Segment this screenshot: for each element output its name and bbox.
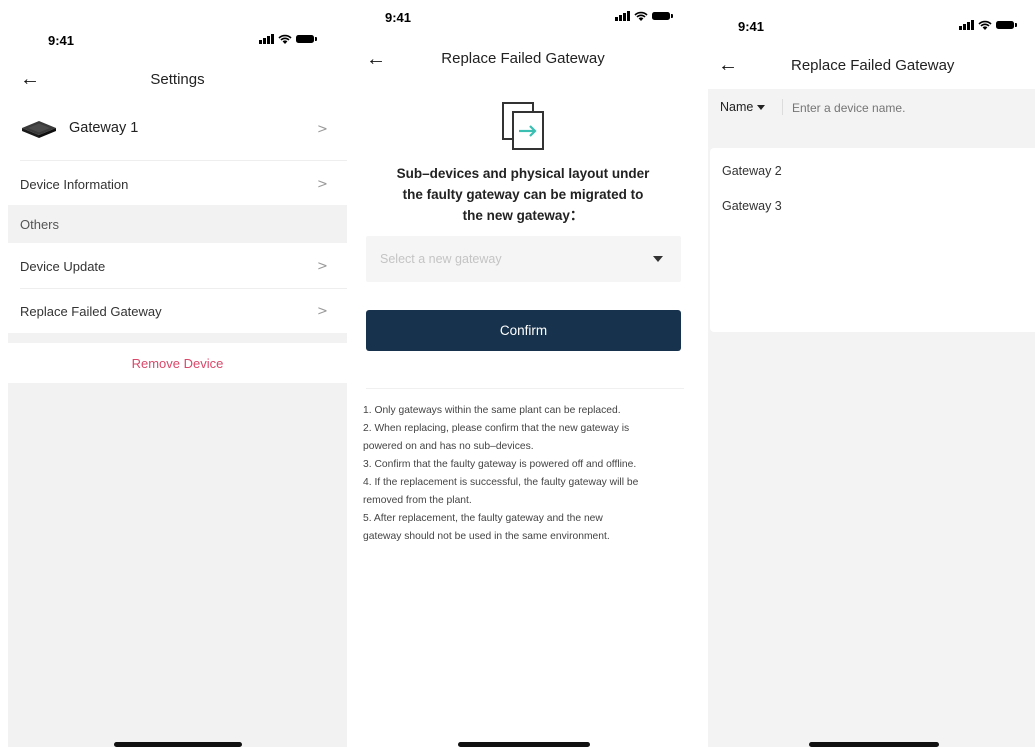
status-icons <box>615 11 673 21</box>
new-gateway-select[interactable]: Select a new gateway <box>366 236 681 282</box>
battery-icon <box>295 35 317 43</box>
name-filter-dropdown[interactable]: Name <box>720 100 766 114</box>
note-line: 5. After replacement, the faulty gateway… <box>363 513 603 524</box>
note-line: 1. Only gateways within the same plant c… <box>363 405 621 416</box>
list-item[interactable]: Gateway 2 <box>722 164 782 178</box>
filter-label: Name <box>720 100 754 114</box>
note-line: powered on and has no sub–devices. <box>363 441 534 452</box>
gateway-results-list: Gateway 2 Gateway 3 <box>710 148 1035 332</box>
caret-down-icon <box>757 104 766 110</box>
wifi-icon <box>277 34 292 44</box>
home-indicator <box>458 742 590 747</box>
signal-icon <box>259 34 274 44</box>
home-indicator <box>809 742 939 747</box>
note-line: 3. Confirm that the faulty gateway is po… <box>363 459 637 470</box>
device-update-row[interactable]: Device Update > <box>8 243 347 288</box>
heading-line: the new gateway： <box>462 208 584 223</box>
device-information-label: Device Information <box>20 177 129 192</box>
chevron-right-icon: > <box>317 304 328 319</box>
status-icons <box>959 20 1017 30</box>
gateway-name: Gateway 1 <box>69 120 139 136</box>
chevron-right-icon: > <box>317 259 328 274</box>
chevron-right-icon: > <box>317 177 328 192</box>
note-line: 2. When replacing, please confirm that t… <box>363 423 630 434</box>
note-line: gateway should not be used in the same e… <box>363 531 610 542</box>
replace-gateway-icon <box>502 102 544 150</box>
select-placeholder: Select a new gateway <box>380 252 502 266</box>
select-gateway-screen: 9:41 ← Replace Failed Gateway Name Gatew… <box>708 0 1035 747</box>
wifi-icon <box>633 11 648 21</box>
heading-line: the faulty gateway can be migrated to <box>402 187 644 202</box>
replace-failed-gateway-row[interactable]: Replace Failed Gateway > <box>8 289 347 333</box>
empty-background <box>8 383 347 747</box>
page-title: Settings <box>150 71 205 88</box>
migration-heading: Sub–devices and physical layout under th… <box>355 163 691 226</box>
section-label-others: Others <box>20 217 60 232</box>
search-bar: Name <box>708 89 1035 125</box>
settings-screen: 9:41 ← Settings Gateway 1 > Device Infor… <box>8 0 347 747</box>
gateway-row[interactable]: Gateway 1 > <box>8 106 347 152</box>
replace-gateway-screen: 9:41 ← Replace Failed Gateway Sub–device… <box>355 0 700 747</box>
chevron-right-icon: > <box>317 122 328 137</box>
heading-line: Sub–devices and physical layout under <box>396 166 650 181</box>
battery-icon <box>651 12 673 20</box>
replace-failed-gateway-label: Replace Failed Gateway <box>20 304 162 319</box>
section-gap <box>8 333 347 343</box>
home-indicator <box>114 742 242 747</box>
back-arrow-icon[interactable]: ← <box>718 55 738 75</box>
section-header-others: Others <box>8 205 347 243</box>
note-line: removed from the plant. <box>363 495 472 506</box>
caret-down-icon <box>653 256 663 262</box>
device-update-label: Device Update <box>20 259 106 274</box>
status-time: 9:41 <box>48 33 75 48</box>
battery-icon <box>995 21 1017 29</box>
status-icons <box>259 34 317 44</box>
gateway-device-icon <box>22 121 56 138</box>
status-time: 9:41 <box>738 19 765 34</box>
divider <box>366 388 684 389</box>
status-time: 9:41 <box>385 10 412 25</box>
remove-device-button[interactable]: Remove Device <box>8 343 347 383</box>
search-input[interactable] <box>790 97 1024 119</box>
signal-icon <box>959 20 974 30</box>
list-item[interactable]: Gateway 3 <box>722 199 782 213</box>
page-title: Replace Failed Gateway <box>441 50 605 67</box>
wifi-icon <box>977 20 992 30</box>
confirm-button[interactable]: Confirm <box>366 310 681 351</box>
page-title: Replace Failed Gateway <box>791 57 955 74</box>
remove-device-label: Remove Device <box>131 356 224 371</box>
note-line: 4. If the replacement is successful, the… <box>363 477 639 488</box>
replacement-notes: 1. Only gateways within the same plant c… <box>363 402 693 546</box>
device-information-row[interactable]: Device Information > <box>8 161 347 204</box>
signal-icon <box>615 11 630 21</box>
filter-separator <box>782 99 783 115</box>
